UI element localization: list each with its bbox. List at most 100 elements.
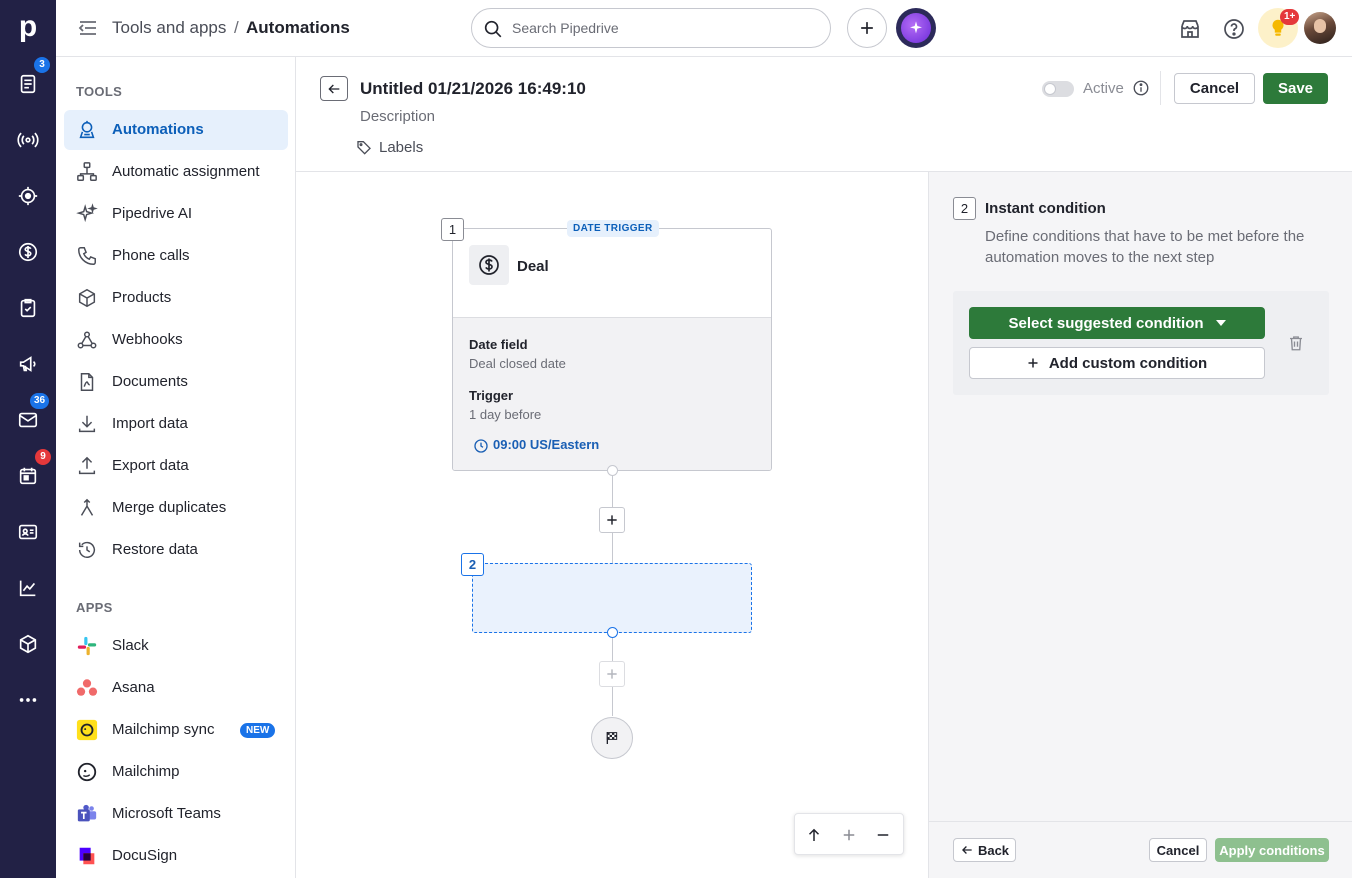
tag-icon	[356, 139, 372, 155]
zoom-in-icon[interactable]	[840, 826, 858, 844]
breadcrumb-separator: /	[234, 18, 239, 37]
marketplace-icon[interactable]	[1178, 17, 1202, 41]
sidebar-item-docusign[interactable]: DocuSign	[64, 836, 288, 876]
back-button[interactable]	[320, 76, 348, 101]
zoom-out-icon[interactable]	[874, 826, 892, 844]
sidebar-item-label: Slack	[112, 637, 149, 654]
sidebar-item-documents[interactable]: Documents	[64, 362, 288, 402]
rail-leads-icon[interactable]	[14, 126, 42, 154]
sidebar-item-import-data[interactable]: Import data	[64, 404, 288, 444]
rail-more-icon[interactable]	[14, 686, 42, 714]
document-icon	[76, 371, 98, 393]
sidebar-item-mailchimp-sync[interactable]: Mailchimp sync NEW	[64, 710, 288, 750]
active-toggle[interactable]	[1042, 81, 1074, 97]
sidebar-item-asana[interactable]: Asana	[64, 668, 288, 708]
rail-campaigns-icon[interactable]	[14, 350, 42, 378]
search-input[interactable]	[512, 18, 812, 38]
finish-flag-icon	[606, 732, 618, 744]
back-step-button[interactable]: Back	[953, 838, 1016, 862]
sidebar-item-webhooks[interactable]: Webhooks	[64, 320, 288, 360]
arrow-left-icon	[961, 846, 972, 854]
rail-activities-badge: 3	[34, 57, 50, 73]
rail-deals-icon[interactable]	[14, 238, 42, 266]
condition-step-placeholder[interactable]	[472, 563, 752, 633]
quick-add-button[interactable]	[847, 8, 887, 48]
avatar[interactable]	[1304, 12, 1336, 44]
date-field-value: Deal closed date	[469, 356, 566, 371]
cancel-button[interactable]: Cancel	[1174, 73, 1255, 104]
rail-mail-icon[interactable]	[14, 406, 42, 434]
trash-icon[interactable]	[1287, 334, 1305, 352]
tools-sidebar: TOOLS Automations Automatic assignment P…	[56, 57, 296, 878]
sidebar-item-automations[interactable]: Automations	[64, 110, 288, 150]
breadcrumb-current: Automations	[246, 18, 350, 37]
sidebar-item-microsoft-teams[interactable]: Microsoft Teams	[64, 794, 288, 834]
rail-contacts-icon[interactable]	[14, 518, 42, 546]
rail-products-icon[interactable]	[14, 630, 42, 658]
pipedrive-logo[interactable]: p	[14, 10, 42, 44]
ai-assistant-button[interactable]	[896, 8, 936, 48]
active-label: Active	[1083, 80, 1124, 97]
back-step-label: Back	[977, 842, 1010, 858]
webhook-icon	[76, 329, 98, 351]
plus-icon	[607, 515, 617, 525]
sidebar-item-label: Phone calls	[112, 247, 190, 264]
phone-icon	[76, 245, 98, 267]
tools-heading: TOOLS	[76, 84, 123, 99]
rail-tasks-icon[interactable]	[14, 294, 42, 322]
sparkle-icon	[901, 13, 931, 43]
sidebar-item-label: Automatic assignment	[112, 163, 260, 180]
zoom-controls	[794, 813, 904, 855]
connector-dot	[607, 627, 618, 638]
apps-heading: APPS	[76, 600, 113, 615]
apply-conditions-button[interactable]: Apply conditions	[1215, 838, 1329, 862]
labels-button[interactable]: Labels	[379, 139, 423, 156]
clock-icon	[473, 438, 489, 454]
menu-collapse-icon[interactable]	[76, 16, 100, 40]
merge-icon	[76, 497, 98, 519]
sidebar-item-pipedrive-ai[interactable]: Pipedrive AI	[64, 194, 288, 234]
breadcrumb-parent[interactable]: Tools and apps	[112, 17, 226, 39]
sidebar-item-merge-duplicates[interactable]: Merge duplicates	[64, 488, 288, 528]
sidebar-item-automatic-assignment[interactable]: Automatic assignment	[64, 152, 288, 192]
asana-icon	[76, 677, 98, 699]
connector-dot	[607, 465, 618, 476]
save-button[interactable]: Save	[1263, 73, 1328, 104]
sidebar-item-slack[interactable]: Slack	[64, 626, 288, 666]
sidebar-item-restore-data[interactable]: Restore data	[64, 530, 288, 570]
add-custom-condition-button[interactable]: Add custom condition	[969, 347, 1265, 379]
arrow-up-icon[interactable]	[805, 826, 823, 844]
rail-calendar-icon[interactable]	[14, 462, 42, 490]
left-rail: p 3 36 9	[0, 0, 56, 878]
header-divider	[1160, 71, 1161, 105]
add-step-button-disabled	[599, 661, 625, 687]
plus-icon	[1028, 358, 1038, 368]
select-suggested-condition-button[interactable]: Select suggested condition	[969, 307, 1265, 339]
sidebar-item-label: Asana	[112, 679, 155, 696]
panel-cancel-button[interactable]: Cancel	[1149, 838, 1207, 862]
sidebar-item-label: Mailchimp sync	[112, 721, 215, 738]
slack-icon	[76, 635, 98, 657]
automation-title[interactable]: Untitled 01/21/2026 16:49:10	[360, 78, 586, 100]
info-icon[interactable]	[1132, 79, 1150, 97]
trigger-card[interactable]: Deal Date field Deal closed date Trigger…	[452, 228, 772, 471]
sidebar-item-label: Microsoft Teams	[112, 805, 221, 822]
rail-insights-icon[interactable]	[14, 574, 42, 602]
sidebar-item-mailchimp[interactable]: Mailchimp	[64, 752, 288, 792]
description-field[interactable]: Description	[360, 108, 435, 125]
top-bar: Tools and apps / Automations 1+	[56, 0, 1352, 57]
sidebar-item-export-data[interactable]: Export data	[64, 446, 288, 486]
sidebar-item-products[interactable]: Products	[64, 278, 288, 318]
rail-target-icon[interactable]	[14, 182, 42, 210]
rail-calendar-badge: 9	[35, 449, 51, 465]
sidebar-item-label: Automations	[112, 121, 204, 138]
sidebar-item-label: Import data	[112, 415, 188, 432]
sidebar-item-phone-calls[interactable]: Phone calls	[64, 236, 288, 276]
sidebar-item-label: Merge duplicates	[112, 499, 227, 516]
add-step-button[interactable]	[599, 507, 625, 533]
sidebar-item-label: Export data	[112, 457, 189, 474]
automation-header: Untitled 01/21/2026 16:49:10 Description…	[296, 57, 1352, 172]
help-icon[interactable]	[1222, 17, 1246, 41]
rail-activities-icon[interactable]	[14, 70, 42, 98]
step-number: 2	[953, 197, 976, 220]
